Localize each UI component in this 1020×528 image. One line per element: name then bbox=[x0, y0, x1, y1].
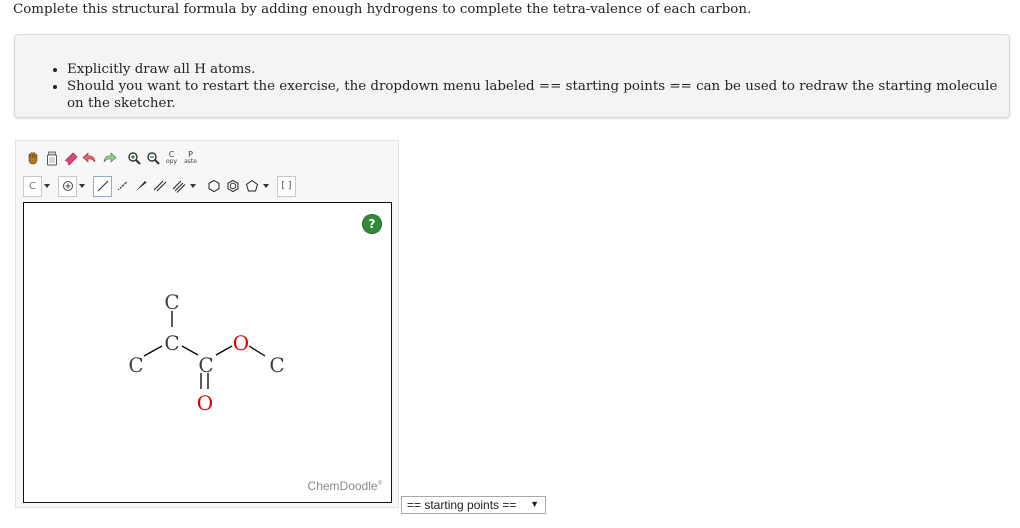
wedge-bond-icon[interactable] bbox=[131, 176, 150, 197]
instruction-text: Complete this structural formula by addi… bbox=[13, 2, 752, 17]
brand-mark: ® bbox=[377, 481, 382, 487]
bond bbox=[143, 345, 163, 357]
bond bbox=[181, 345, 199, 356]
charge-dropdown-arrow[interactable] bbox=[77, 176, 87, 197]
chevron-down-icon: ▼ bbox=[530, 499, 539, 509]
notes-panel: Explicitly draw all H atoms. Should you … bbox=[14, 34, 1010, 118]
double-bond-icon[interactable] bbox=[150, 176, 169, 197]
atom-label: C bbox=[128, 353, 143, 377]
charge-icon[interactable] bbox=[58, 175, 77, 197]
paste-button-top: P bbox=[188, 150, 193, 159]
clear-icon[interactable] bbox=[42, 148, 61, 169]
notes-list: Explicitly draw all H atoms. Should you … bbox=[15, 61, 1009, 112]
triple-bond-icon[interactable] bbox=[169, 176, 188, 197]
bond bbox=[215, 345, 233, 356]
toolbar-top: C opy P aste bbox=[23, 147, 200, 169]
sketcher-canvas[interactable]: ? C C C C O C O ChemDoodle® bbox=[23, 202, 392, 503]
redo-icon[interactable] bbox=[99, 148, 118, 169]
paste-button-bottom: aste bbox=[184, 158, 197, 165]
toolbar-bottom: C [] bbox=[23, 175, 296, 197]
atom-label: O bbox=[233, 331, 249, 355]
atom-label: C bbox=[198, 353, 213, 377]
chemdoodle-brand: ChemDoodle® bbox=[308, 479, 382, 493]
atoms: C C C C O C O bbox=[128, 290, 284, 415]
template-button-label: [ ] bbox=[281, 181, 292, 191]
undo-icon[interactable] bbox=[80, 148, 99, 169]
note-item: Should you want to restart the exercise,… bbox=[67, 78, 1009, 112]
hashed-bond-icon[interactable] bbox=[112, 176, 131, 197]
bond-dropdown-arrow[interactable] bbox=[188, 176, 198, 197]
molecule-drawing: C C C C O C O bbox=[128, 290, 284, 415]
atom-dropdown-arrow[interactable] bbox=[42, 176, 52, 197]
starting-points-value: == starting points == bbox=[407, 498, 517, 512]
ring-icon[interactable] bbox=[204, 176, 223, 197]
atom-label: C bbox=[269, 353, 284, 377]
paste-button[interactable]: P aste bbox=[181, 148, 200, 169]
atom-label: C bbox=[164, 290, 179, 314]
copy-button[interactable]: C opy bbox=[162, 148, 181, 169]
starting-points-select[interactable]: == starting points == ▼ bbox=[401, 496, 546, 514]
hand-icon[interactable] bbox=[23, 148, 42, 169]
template-button[interactable]: [ ] bbox=[277, 175, 296, 197]
atom-button-label: C bbox=[29, 180, 36, 192]
benzene-icon[interactable] bbox=[223, 176, 242, 197]
eraser-icon[interactable] bbox=[61, 148, 80, 169]
atom-label: C bbox=[164, 331, 179, 355]
note-item: Explicitly draw all H atoms. bbox=[67, 61, 1009, 78]
brand-name: ChemDoodle bbox=[307, 479, 378, 493]
pentagon-icon[interactable] bbox=[242, 176, 261, 197]
atom-button[interactable]: C bbox=[23, 175, 42, 197]
bond bbox=[248, 345, 266, 357]
copy-button-top: C bbox=[168, 150, 175, 159]
ring-dropdown-arrow[interactable] bbox=[261, 176, 271, 197]
chemdoodle-sketcher: C opy P aste C [] ? C C C C O C O ChemD… bbox=[15, 140, 399, 508]
zoom-in-icon[interactable] bbox=[124, 148, 143, 169]
copy-button-bottom: opy bbox=[165, 158, 178, 165]
atom-label: O bbox=[197, 391, 213, 415]
zoom-out-icon[interactable] bbox=[143, 148, 162, 169]
single-bond-icon[interactable] bbox=[93, 175, 112, 197]
